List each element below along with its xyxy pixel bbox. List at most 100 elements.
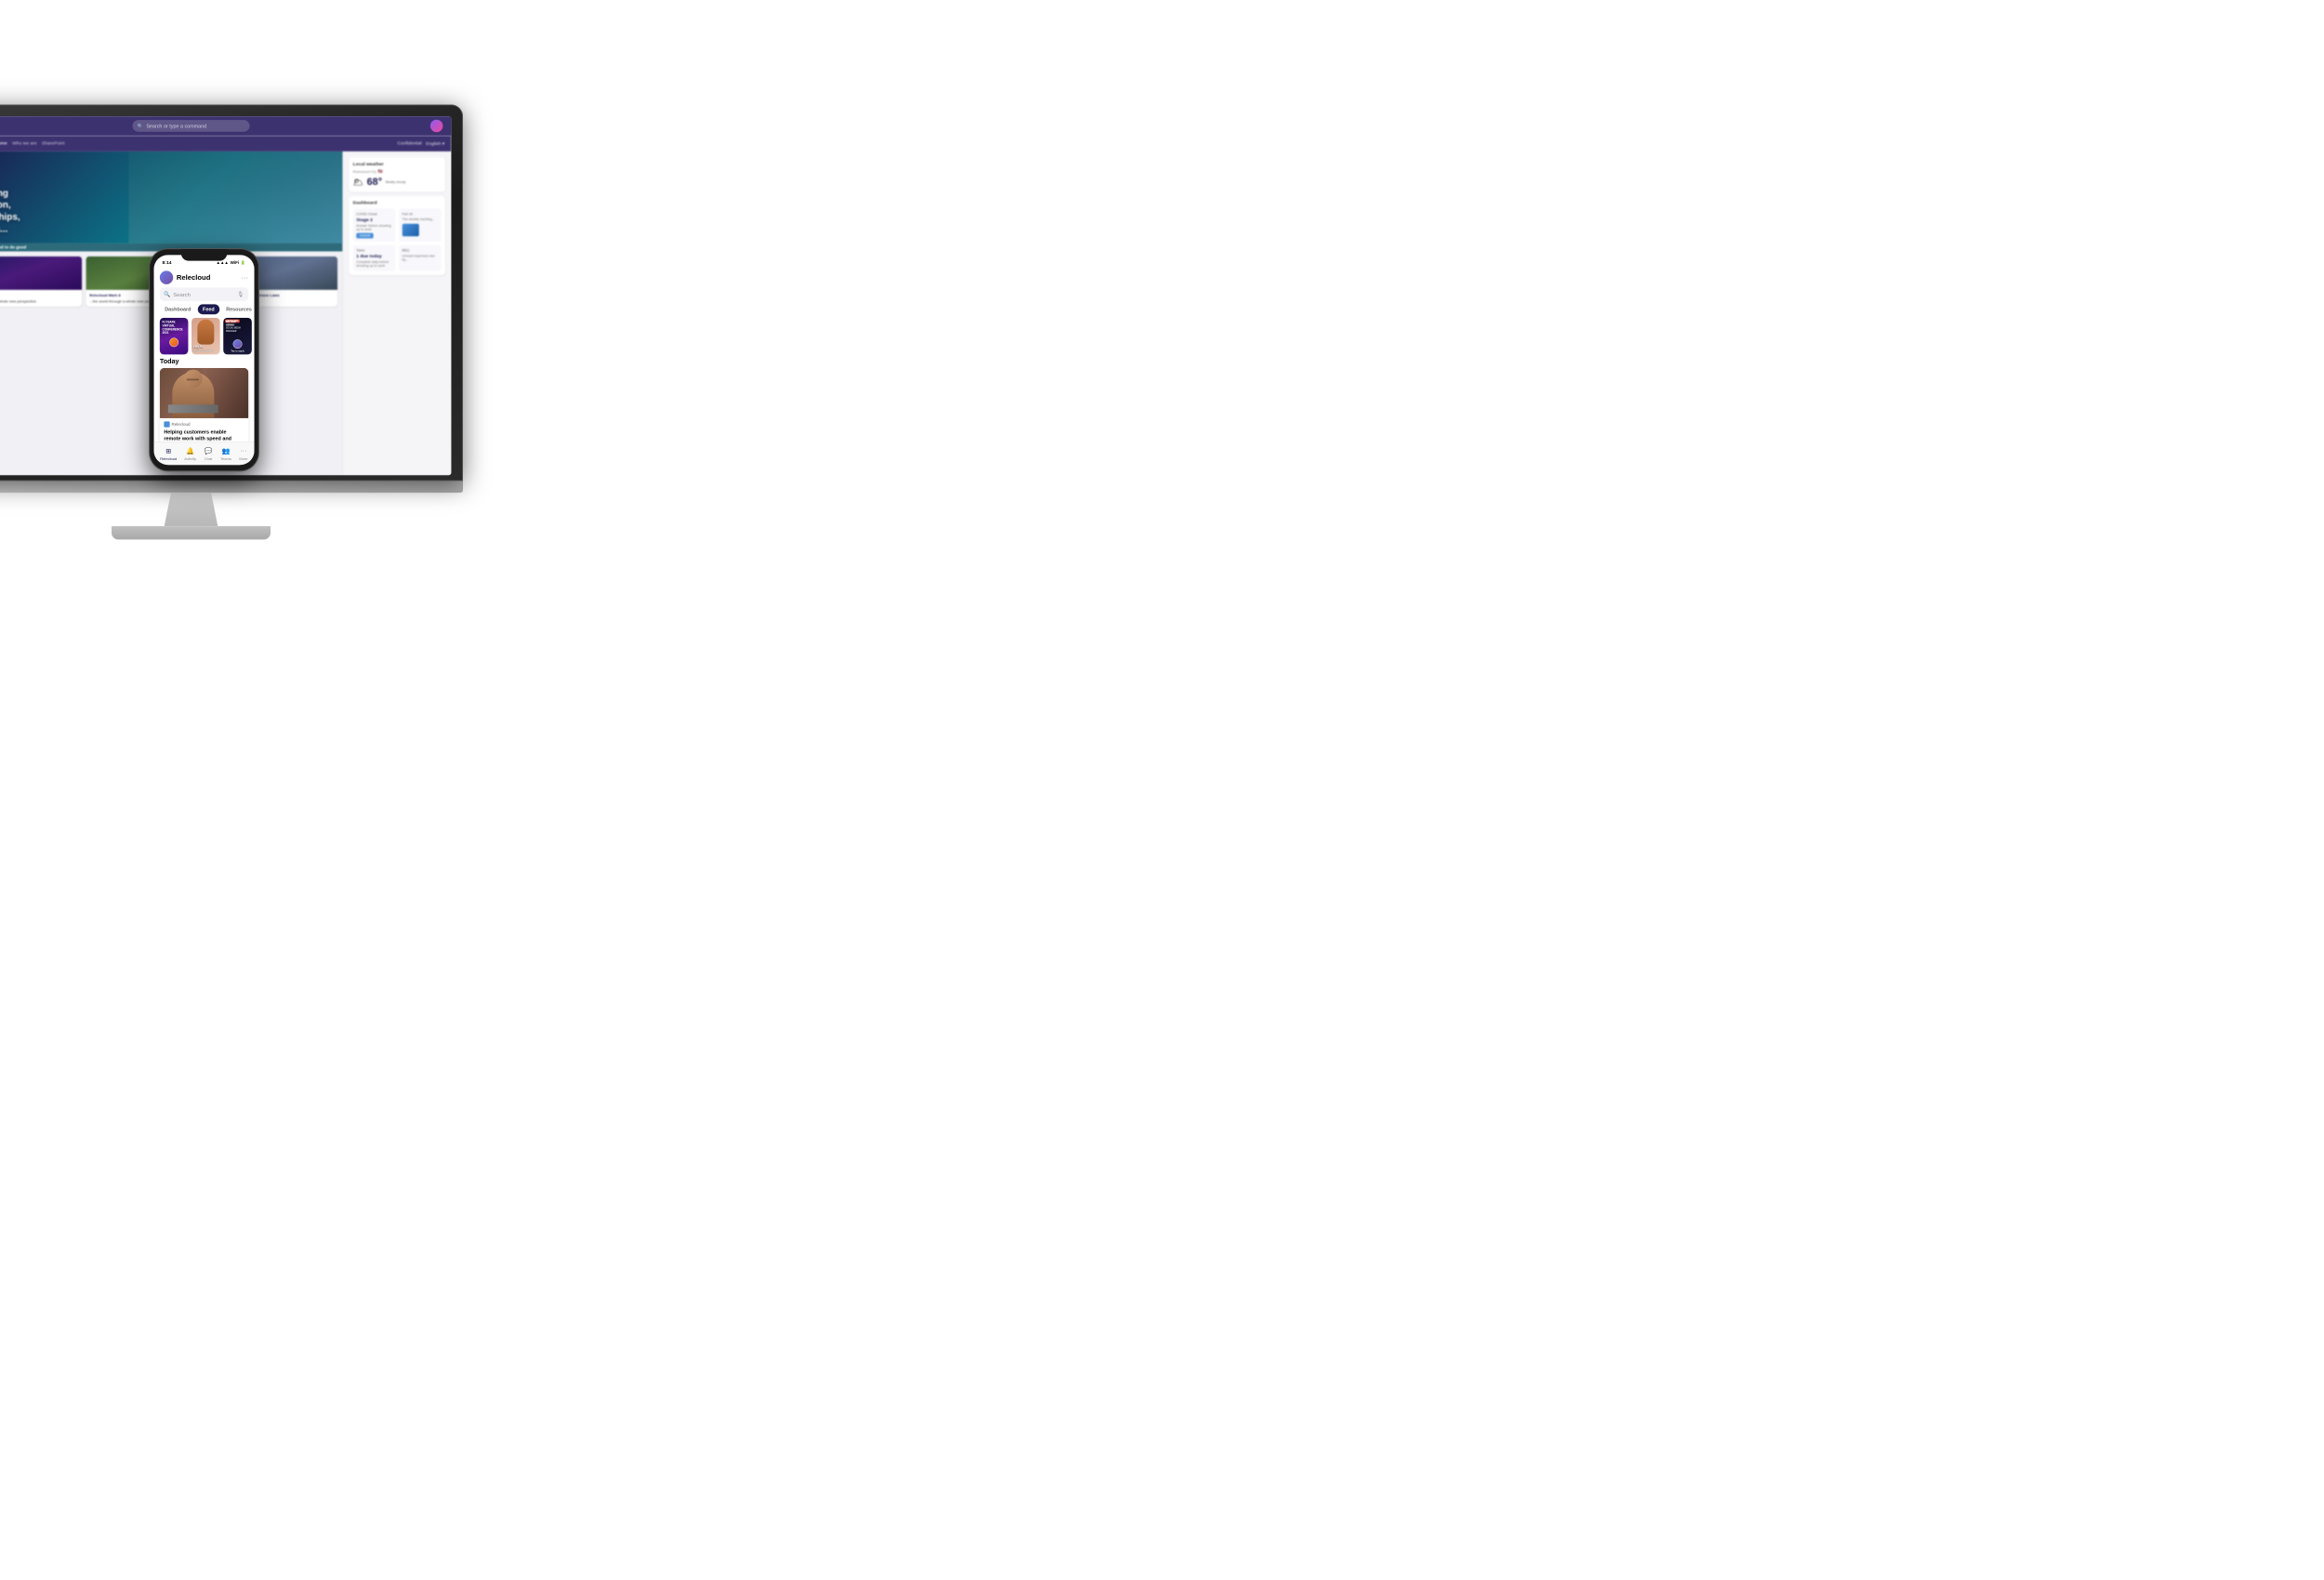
weather-title: Local weather [352, 162, 441, 166]
today-post-image [159, 368, 247, 418]
imac-chin [0, 481, 463, 494]
today-post-body: Relecloud Helping customers enable remot… [159, 418, 247, 441]
scene: 🔍 Search or type a command [0, 0, 463, 711]
app-nav: RELE Home Who we are SharePoint Confiden… [0, 136, 451, 151]
iphone: 8:14 ▲▲▲ WiFi 🔋 Relecloud ··· [150, 249, 258, 471]
hero-text: Launchinginnovation,partnerships,commun.… [0, 187, 20, 234]
iphone-status-icons: ▲▲▲ WiFi 🔋 [216, 260, 245, 265]
today-label: Today [153, 358, 254, 368]
desktop-avatar[interactable] [429, 120, 442, 133]
tab-feed[interactable]: Feed [197, 304, 218, 314]
tab-dashboard[interactable]: Dashboard [159, 304, 195, 314]
nav-confidential: Confidential [397, 141, 421, 146]
post-card-1-title: Relecloud Mark 8 [0, 293, 78, 297]
laptop [167, 404, 218, 413]
iphone-search[interactable]: 🔍 Search 🎙 [159, 287, 247, 300]
desktop-search-placeholder: Search or type a command [146, 123, 206, 128]
iphone-bottom-nav: ⊞ Relecloud 🔔 Activity 💬 Chat 👥 Teams [153, 441, 254, 465]
signal-icon: ▲▲▲ [216, 260, 228, 265]
dash-items: COVID Check Stage 2 Answer before showin… [352, 209, 441, 271]
dash-item-bbq[interactable]: BBQ Unread expenses due by... [398, 245, 441, 271]
battery-icon: 🔋 [240, 260, 245, 265]
post-card-1[interactable]: Relecloud Mark 8 ...the world through a … [0, 257, 82, 307]
post-title: Helping customers enable remote work wit… [164, 429, 244, 442]
post-card-1-body: Relecloud Mark 8 ...the world through a … [0, 290, 82, 307]
nav-link-about[interactable]: Who we are [12, 141, 36, 146]
story-hiring[interactable]: EXTRA 2021 WE AREHIRINGSOCIAL MEDIAMANAG… [223, 318, 252, 355]
weather-temp: 68° [366, 176, 381, 188]
source-icon [164, 421, 169, 427]
flysafe-text: FLYSAFEVIRTUALCONFERENCE2021 [162, 321, 182, 335]
woman-face [197, 320, 214, 345]
dash-item-bbq-desc: Unread expenses due by... [402, 254, 437, 261]
iphone-notch [180, 249, 227, 261]
dash-item-tasks-label: Tasks [356, 248, 391, 252]
location-flag: 🇺🇸 [377, 169, 382, 174]
dash-item-covid-value: Stage 2 [356, 217, 391, 222]
hiring-text: WE AREHIRINGSOCIAL MEDIAMANAGER [225, 321, 240, 333]
nav-teams-label: Teams [219, 456, 231, 461]
nav-btn-more[interactable]: ··· More [238, 446, 247, 460]
mic-icon: 🎙 [237, 291, 244, 297]
nav-link-sharepoint[interactable]: SharePoint [42, 141, 64, 146]
dash-item-meeting[interactable]: Feb 15 The weekly meeting... [398, 209, 441, 243]
hiring-cta: Tap to apply [231, 350, 244, 353]
dashboard-widget-title: Dashboard [352, 201, 441, 205]
app-header-left: Relecloud [159, 270, 210, 283]
submit-button[interactable]: Submit [356, 233, 373, 239]
weather-icon: 🌥 [352, 177, 363, 187]
nav-link-home[interactable]: Home [0, 141, 7, 146]
app-header-more[interactable]: ··· [241, 273, 248, 282]
story-woman[interactable]: Lilly M.Principal Engineer [191, 318, 220, 355]
post-card-1-img [0, 257, 82, 290]
nav-btn-relecloud[interactable]: ⊞ Relecloud [160, 446, 177, 460]
today-section: Relecloud Helping customers enable remot… [153, 368, 254, 441]
nav-links: Home Who we are SharePoint [0, 141, 64, 146]
weather-temp-row: 🌥 68° Mostly cloudy [352, 176, 441, 188]
story-flysafe[interactable]: FLYSAFEVIRTUALCONFERENCE2021 [159, 318, 188, 355]
imac-stand-neck [157, 493, 224, 526]
source-name: Relecloud [171, 422, 190, 427]
search-label: Search [173, 291, 191, 297]
flysafe-avatar [169, 337, 178, 347]
nav-language[interactable]: English ▾ [426, 140, 444, 146]
iphone-app-header: Relecloud ··· [153, 268, 254, 286]
nav-activity-icon: 🔔 [185, 446, 194, 455]
dash-item-meeting-desc: The weekly meeting... [402, 217, 437, 221]
desktop-topbar: 🔍 Search or type a command [0, 116, 451, 136]
dash-item-covid-desc: Answer before showing up to work [356, 224, 391, 231]
nav-btn-teams[interactable]: 👥 Teams [219, 446, 231, 460]
dashboard-widget: Dashboard COVID Check Stage 2 Answer bef… [349, 196, 445, 275]
nav-relecloud-icon: ⊞ [164, 446, 173, 455]
search-icon: 🔍 [137, 123, 143, 128]
dash-item-bbq-label: BBQ [402, 248, 437, 252]
wifi-icon: WiFi [230, 260, 238, 265]
iphone-screen: 8:14 ▲▲▲ WiFi 🔋 Relecloud ··· [153, 255, 254, 465]
meeting-icon [402, 224, 418, 237]
dash-item-covid[interactable]: COVID Check Stage 2 Answer before showin… [352, 209, 395, 243]
nav-activity-label: Activity [184, 456, 196, 461]
nav-more-icon: ··· [238, 446, 247, 455]
imac-stand-base [112, 526, 271, 539]
tab-resources[interactable]: Resources [220, 304, 254, 314]
iphone-time: 8:14 [162, 260, 171, 265]
today-post[interactable]: Relecloud Helping customers enable remot… [159, 368, 247, 441]
app-header-avatar[interactable] [159, 270, 172, 283]
nav-btn-activity[interactable]: 🔔 Activity [184, 446, 196, 460]
glasses [186, 379, 199, 381]
nav-relecloud-label: Relecloud [160, 456, 177, 461]
hero-banner: Launchinginnovation,partnerships,commun.… [0, 151, 342, 244]
hiring-avatar [232, 339, 242, 349]
desktop-search-bar[interactable]: 🔍 Search or type a command [132, 120, 249, 132]
search-icon: 🔍 [164, 291, 170, 297]
nav-btn-chat[interactable]: 💬 Chat [204, 446, 213, 460]
dash-item-tasks[interactable]: Tasks 1 due today Complete daily before … [352, 245, 395, 271]
dash-item-meeting-label: Feb 15 [402, 212, 437, 216]
weather-condition: Mostly cloudy [385, 180, 405, 184]
nav-chat-label: Chat [204, 456, 212, 461]
dash-item-tasks-value: 1 due today [356, 254, 391, 258]
right-panel: Local weather Relecloud HQ 🇺🇸 🌥 68° [342, 151, 451, 475]
post-card-1-desc: ...the world through a whole new perspec… [0, 299, 78, 304]
woman-label: Lilly M.Principal Engineer [192, 346, 218, 353]
nav-more-label: More [239, 456, 247, 461]
